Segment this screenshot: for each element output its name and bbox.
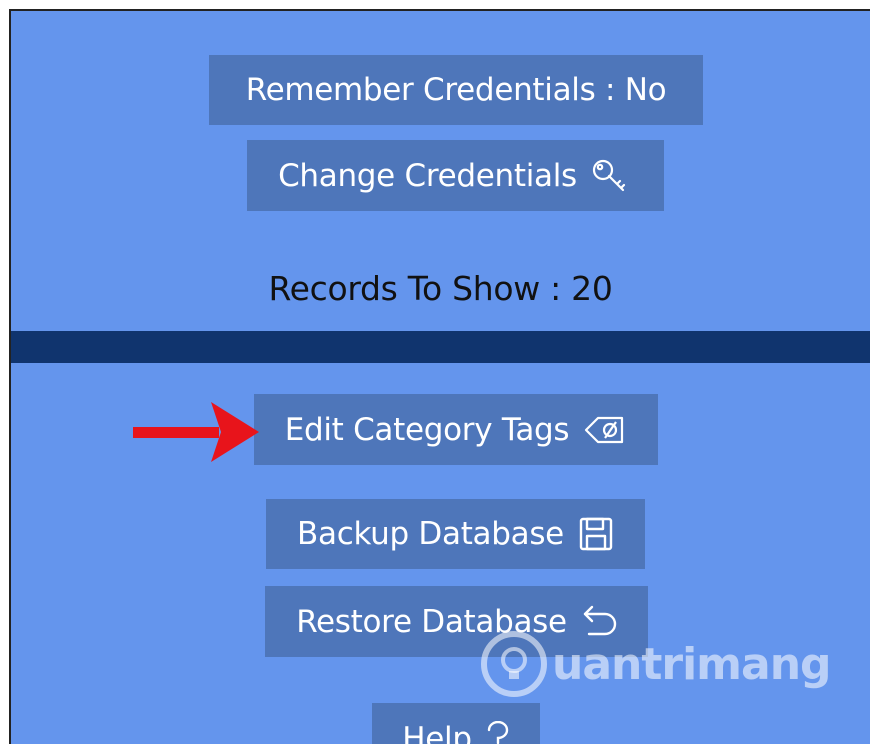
edit-category-tags-button[interactable]: Edit Category Tags (254, 394, 658, 465)
help-label: Help (402, 721, 472, 744)
change-credentials-label: Change Credentials (278, 157, 577, 194)
red-arrow-annotation (133, 402, 259, 462)
tag-icon (583, 414, 627, 446)
edit-category-tags-label: Edit Category Tags (284, 411, 570, 448)
remember-credentials-button[interactable]: Remember Credentials : No (209, 55, 703, 125)
records-to-show-label: Records To Show : 20 (268, 269, 613, 308)
backup-database-label: Backup Database (297, 516, 564, 552)
restore-database-label: Restore Database (296, 603, 567, 640)
section-divider (11, 331, 870, 363)
help-button[interactable]: Help (372, 703, 540, 744)
remember-credentials-label: Remember Credentials : No (245, 72, 667, 108)
save-icon (578, 516, 614, 552)
question-icon (486, 721, 510, 744)
settings-panel: Remember Credentials : No Change Credent… (11, 11, 870, 331)
key-icon (591, 158, 633, 194)
settings-window: Remember Credentials : No Change Credent… (9, 9, 870, 744)
restore-database-button[interactable]: Restore Database (265, 586, 648, 657)
backup-database-button[interactable]: Backup Database (266, 499, 645, 569)
change-credentials-button[interactable]: Change Credentials (247, 140, 664, 211)
undo-icon (581, 604, 617, 640)
